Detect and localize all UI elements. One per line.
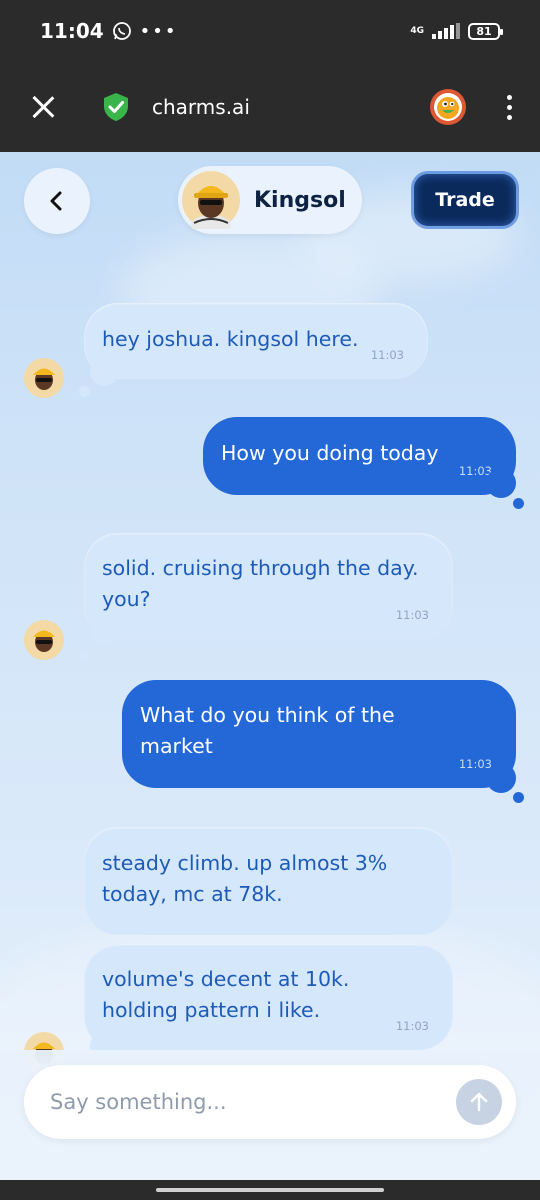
message-text: solid. cruising through the day. you? [102,556,419,611]
duckduckgo-icon[interactable] [429,88,467,126]
url-text[interactable]: charms.ai [152,95,250,119]
more-options-icon[interactable] [507,94,512,120]
chevron-left-icon [50,191,62,211]
whatsapp-icon [112,22,131,40]
back-button[interactable] [24,168,90,234]
status-time: 11:04 [40,19,104,43]
close-icon[interactable] [28,92,58,122]
send-button[interactable] [456,1079,502,1125]
battery-level: 81 [476,24,492,38]
bot-avatar [24,358,64,398]
message-time: 11:03 [458,757,492,771]
message-bot-2: solid. cruising through the day. you? 11… [84,533,453,639]
browser-toolbar: charms.ai [0,62,540,152]
character-header[interactable]: Kingsol [178,166,362,234]
message-text: What do you think of the market [140,703,395,758]
message-bot-4: volume's decent at 10k. holding pattern … [84,944,453,1050]
message-bot-1: hey joshua. kingsol here. 11:03 [84,303,428,379]
arrow-up-icon [470,1092,488,1112]
battery-icon: 81 [468,22,503,40]
system-nav-bar [0,1180,540,1200]
message-user-2: What do you think of the market 11:03 [122,680,516,788]
status-left: 11:04 ••• [40,19,178,43]
more-notifications-icon: ••• [139,20,178,42]
message-time: 11:03 [395,1019,429,1033]
character-avatar [182,171,240,229]
secure-shield-icon[interactable] [100,91,132,123]
status-bar: 11:04 ••• 4G 81 [0,0,540,62]
message-text: volume's decent at 10k. holding pattern … [102,967,350,1022]
home-indicator[interactable] [156,1188,384,1192]
trade-button[interactable]: Trade [414,174,516,226]
bot-avatar [24,620,64,660]
message-text: How you doing today [221,441,439,465]
message-time: 11:03 [395,608,429,622]
message-composer[interactable] [24,1065,516,1139]
chat-area: Kingsol Trade hey joshua. kingsol here. … [0,152,540,1180]
message-user-1: How you doing today 11:03 [203,417,516,495]
message-bot-3: steady climb. up almost 3% today, mc at … [84,827,453,935]
signal-icon [432,23,460,39]
message-input[interactable] [50,1090,430,1114]
message-time: 11:03 [370,348,404,362]
message-text: steady climb. up almost 3% today, mc at … [102,851,388,906]
network-type: 4G [410,25,424,36]
status-right: 4G 81 [410,22,503,40]
character-name: Kingsol [254,187,346,213]
